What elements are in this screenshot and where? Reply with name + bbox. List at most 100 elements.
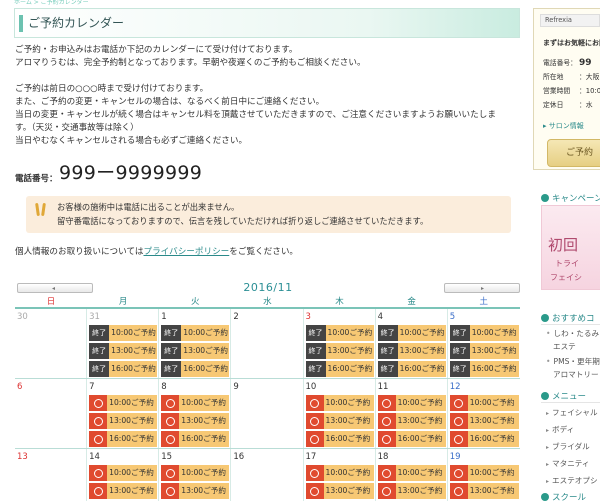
time-slot-closed: 終了 13:00ご予約	[305, 343, 374, 359]
shop-greeting: まずはお気軽にお問い合わせくださいね。	[543, 39, 600, 47]
banner-subtitle: トライ	[555, 259, 579, 268]
calendar-day: 3 終了 10:00ご予約 終了 13:00ご予約 終了 16:00ご予約	[304, 309, 376, 378]
time-slot-available[interactable]: 10:00ご予約	[89, 465, 158, 481]
calendar-day: 8 10:00ご予約 13:00ご予約 16:00ご予約	[159, 379, 232, 448]
time-slot-available[interactable]: 10:00ご予約	[449, 395, 519, 411]
calendar-day: 10 10:00ご予約 13:00ご予約 16:00ご予約	[304, 379, 376, 448]
weekday-label: 金	[407, 297, 416, 307]
time-slot-available[interactable]: 10:00ご予約	[377, 465, 446, 481]
slot-time: 13:00ご予約	[469, 486, 515, 495]
time-slot-available[interactable]: 10:00ご予約	[161, 395, 230, 411]
calendar-day: 1710:00ご予約13:00ご予約16:00ご予約	[304, 449, 376, 501]
menu-item-option[interactable]: エステオプシ	[546, 475, 598, 486]
closed-badge: 終了	[305, 361, 326, 377]
divider	[541, 324, 600, 325]
shop-info-holiday: 定休日 ：水	[543, 101, 593, 109]
day-number: 3	[305, 312, 311, 322]
time-slot-available[interactable]: 10:00ご予約	[305, 395, 374, 411]
recommend-item-2-cont[interactable]: アロマトリー	[553, 369, 599, 380]
closed-badge: 終了	[449, 325, 470, 341]
time-slot-available[interactable]: 13:00ご予約	[305, 413, 374, 429]
time-slot-available[interactable]: 13:00ご予約	[377, 483, 446, 499]
available-circle-icon	[305, 431, 324, 447]
chevron-left-icon: ◂	[52, 285, 56, 292]
available-circle-icon	[89, 431, 108, 447]
time-slot-closed: 終了 16:00ご予約	[305, 361, 374, 377]
slot-time: 16:00ご予約	[109, 434, 154, 443]
time-slot-closed: 終了 13:00ご予約	[89, 343, 158, 359]
closed-badge: 終了	[449, 343, 470, 359]
calendar-day: 31 終了 10:00ご予約 終了 13:00ご予約 終了 16:00ご予約	[87, 309, 160, 378]
time-slot-available[interactable]: 16:00ご予約	[305, 431, 374, 447]
recommend-heading: おすすめコ	[541, 312, 595, 324]
slot-time: 13:00ご予約	[471, 346, 517, 355]
calendar-day: 16	[231, 449, 304, 501]
available-circle-icon	[377, 395, 396, 411]
recommend-item-1-cont[interactable]: エステ	[553, 341, 576, 352]
breadcrumb[interactable]: ホーム > ご予約カレンダー	[0, 0, 530, 6]
menu-item-facial[interactable]: フェイシャル	[546, 407, 598, 418]
intro-line: ご予約は前日の○○○時まで受け付けております。	[15, 84, 209, 94]
time-slot-available[interactable]: 10:00ご予約	[305, 465, 374, 481]
closed-badge: 終了	[89, 343, 110, 359]
slot-time: 13:00ご予約	[399, 346, 445, 355]
intro-line: 当日やむなくキャンセルされる場合も必ずご連絡ください。	[15, 136, 248, 146]
slot-time: 13:00ご予約	[109, 416, 154, 425]
intro-line: ご予約・お申込みはお電話か下記のカレンダーにて受け付けております。	[15, 45, 298, 55]
time-slot-available[interactable]: 16:00ご予約	[89, 431, 158, 447]
time-slot-available[interactable]: 16:00ご予約	[161, 431, 230, 447]
time-slot-available[interactable]: 10:00ご予約	[89, 395, 158, 411]
intro-line: 当日の変更・キャンセルが続く場合はキャンセル料を頂戴させていただきますので、ご注…	[15, 110, 496, 120]
time-slot-available[interactable]: 16:00ご予約	[449, 431, 519, 447]
calendar-week: 30 31 終了 10:00ご予約 終了 13:00ご予約 終了 16:00ご予約 1 終了 10:…	[15, 309, 520, 379]
weekday-label: 月	[118, 297, 128, 307]
time-slot-available[interactable]: 13:00ご予約	[377, 413, 446, 429]
available-circle-icon	[377, 465, 396, 481]
day-number: 18	[377, 452, 389, 462]
slot-time: 13:00ご予約	[325, 416, 371, 425]
calendar-week: 131410:00ご予約13:00ご予約16:00ご予約1510:00ご予約13…	[15, 449, 520, 501]
time-slot-available[interactable]: 13:00ご予約	[449, 483, 519, 499]
divider	[541, 402, 600, 403]
prev-month-button[interactable]: ◂	[17, 283, 93, 293]
time-slot-available[interactable]: 13:00ご予約	[89, 413, 158, 429]
time-slot-available[interactable]: 13:00ご予約	[449, 413, 519, 429]
slot-time: 10:00ご予約	[111, 328, 156, 337]
recommend-item-1[interactable]: しわ・たるみ	[546, 328, 599, 339]
time-slot-available[interactable]: 13:00ご予約	[89, 483, 158, 499]
time-slot-available[interactable]: 10:00ご予約	[449, 465, 519, 481]
available-circle-icon	[161, 465, 180, 481]
time-slot-available[interactable]: 13:00ご予約	[161, 413, 230, 429]
phone-number[interactable]: 999ー9999999	[59, 162, 202, 184]
time-slot-closed: 終了 16:00ご予約	[89, 361, 158, 377]
slot-time: 10:00ご予約	[397, 398, 443, 407]
time-slot-closed: 終了 13:00ご予約	[161, 343, 230, 359]
next-month-button[interactable]: ▸	[444, 283, 520, 293]
calendar-day: 13	[15, 449, 88, 501]
available-circle-icon	[305, 413, 324, 429]
available-circle-icon	[305, 465, 324, 481]
campaign-banner[interactable]: 初回 トライ フェイシ	[541, 205, 600, 290]
time-slot-available[interactable]: 16:00ご予約	[377, 431, 446, 447]
available-circle-icon	[449, 465, 468, 481]
day-number: 15	[161, 452, 173, 462]
salon-info-link[interactable]: ▸ サロン情報	[543, 121, 584, 131]
time-slot-available[interactable]: 10:00ご予約	[161, 465, 230, 481]
menu-item-bridal[interactable]: ブライダル	[546, 441, 590, 452]
calendar-day: 5 終了 10:00ご予約 終了 13:00ご予約 終了 16:00ご予約	[448, 309, 520, 378]
slot-time: 13:00ご予約	[181, 486, 226, 495]
menu-item-body[interactable]: ボディ	[546, 424, 574, 435]
recommend-item-2[interactable]: PMS・更年期	[546, 356, 599, 367]
slot-time: 16:00ご予約	[397, 434, 443, 443]
time-slot-available[interactable]: 13:00ご予約	[161, 483, 230, 499]
time-slot-available[interactable]: 13:00ご予約	[305, 483, 374, 499]
calendar-day: 12 10:00ご予約 13:00ご予約 16:00ご予約	[448, 379, 520, 448]
intro-line: す。（天災・交通事故等は除く）	[15, 123, 139, 133]
reserve-button[interactable]: ご予約	[547, 139, 600, 167]
day-number: 13	[17, 452, 28, 462]
privacy-policy-link[interactable]: プライバシーポリシー	[143, 247, 229, 257]
time-slot-available[interactable]: 10:00ご予約	[377, 395, 446, 411]
menu-item-maternity[interactable]: マタニティ	[546, 458, 590, 469]
closed-badge: 終了	[89, 361, 110, 377]
day-number: 30	[17, 312, 28, 322]
